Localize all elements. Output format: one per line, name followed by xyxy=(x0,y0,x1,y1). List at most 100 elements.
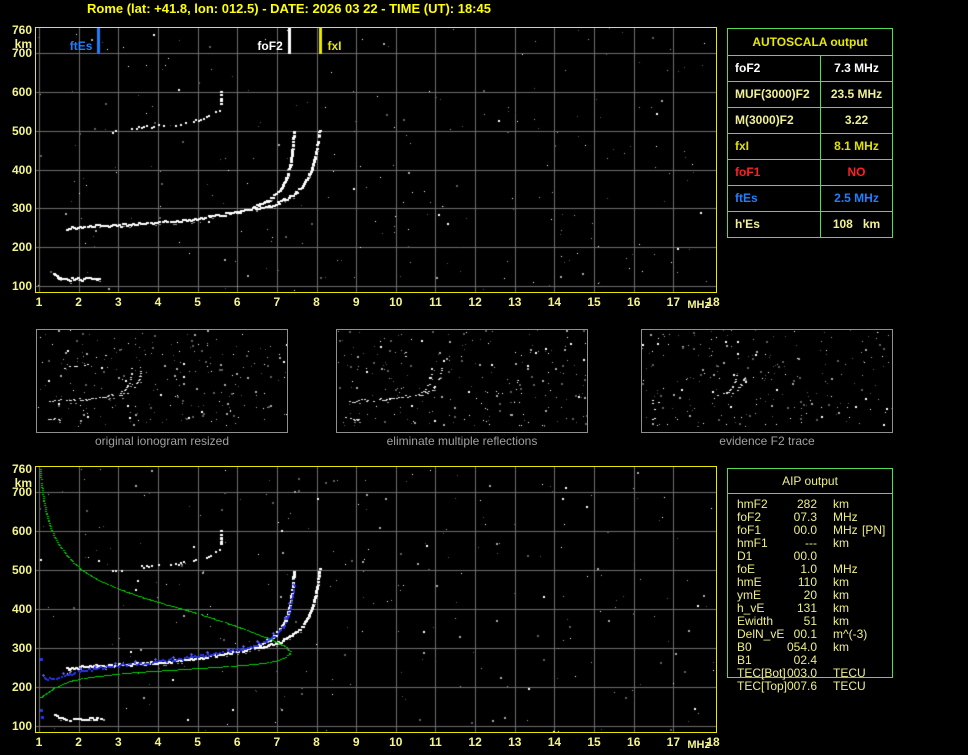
aip-table-header: AIP output xyxy=(782,474,838,488)
x-tick: 16 xyxy=(627,735,641,749)
fxi-marker-label: fxI xyxy=(327,39,342,53)
x-tick: 16 xyxy=(627,295,641,309)
row-value: 8.1 MHz xyxy=(834,139,879,153)
x-tick: 12 xyxy=(468,295,482,309)
row-label: foF1 xyxy=(728,160,821,185)
x-axis-unit: MHz xyxy=(687,299,710,311)
autoscala-row-ftes: ftEs 2.5 MHz xyxy=(728,186,892,212)
x-tick: 2 xyxy=(75,735,82,749)
aip-table: AIP output hmF2 282 km foF2 07.3 MHz foF1 00.0 M… xyxy=(727,462,897,702)
x-tick: 12 xyxy=(468,735,482,749)
x-tick: 9 xyxy=(352,735,360,749)
page-title: Rome (lat: +41.8, lon: 012.5) - DATE: 20… xyxy=(87,1,491,16)
panel-f2-evidence-canvas xyxy=(642,330,892,427)
y-tick: 100 xyxy=(11,279,32,293)
x-tick: 11 xyxy=(429,295,442,309)
y-tick: 300 xyxy=(11,201,32,216)
x-tick: 15 xyxy=(587,295,601,309)
y-tick: 100 xyxy=(11,719,32,733)
y-tick: 500 xyxy=(11,563,32,578)
row-value: 108 km xyxy=(832,217,881,231)
autoscala-app: Rome (lat: +41.8, lon: 012.5) - DATE: 20… xyxy=(0,0,968,755)
x-tick: 13 xyxy=(508,295,522,309)
row-label: fxI xyxy=(728,134,821,159)
ftes-marker-label: ftEs xyxy=(69,39,93,53)
row-value: 7.3 MHz xyxy=(834,61,879,75)
y-tick: 400 xyxy=(11,162,32,177)
x-tick: 6 xyxy=(233,295,241,309)
x-tick: 10 xyxy=(389,735,403,749)
x-tick: 14 xyxy=(547,735,562,749)
row-value: NO xyxy=(847,165,866,179)
x-tick: 1 xyxy=(35,295,43,309)
x-tick: 3 xyxy=(114,735,122,749)
y-tick: 760 xyxy=(11,23,32,37)
y-tick: 500 xyxy=(11,123,32,138)
autoscala-row-fxi: fxI 8.1 MHz xyxy=(728,134,892,160)
x-tick: 4 xyxy=(154,295,162,309)
x-tick: 11 xyxy=(429,735,442,749)
y-tick: 200 xyxy=(11,240,32,255)
row-label: foF2 xyxy=(728,56,821,81)
row-label: MUF(3000)F2 xyxy=(728,82,821,107)
panel-no-multiples xyxy=(336,329,588,433)
autoscala-row-muf-3000-f2: MUF(3000)F2 23.5 MHz xyxy=(728,82,892,108)
x-tick: 1 xyxy=(35,735,43,749)
top-ionogram-plot xyxy=(35,27,717,293)
panel-original-canvas xyxy=(37,330,287,427)
autoscala-table-header: AUTOSCALA output xyxy=(728,29,892,56)
row-value: 2.5 MHz xyxy=(834,191,879,205)
x-tick: 9 xyxy=(352,295,360,309)
x-tick: 6 xyxy=(233,735,241,749)
row-unit: TECU xyxy=(833,679,866,693)
top-ionogram-canvas xyxy=(36,28,716,292)
row-value: 007.6 xyxy=(786,679,817,693)
x-tick: 15 xyxy=(587,735,601,749)
x-tick: 2 xyxy=(75,295,82,309)
aip-row-tec-top-: TEC[Top] 007.6 TECU xyxy=(727,680,897,693)
x-tick: 7 xyxy=(273,295,281,309)
x-tick: 17 xyxy=(666,295,681,309)
row-extra: [PN] xyxy=(862,523,886,537)
bottom-ionogram-canvas xyxy=(36,467,716,732)
x-tick: 5 xyxy=(194,295,201,309)
autoscala-row-h-es: h'Es 108 km xyxy=(728,212,892,237)
panel-f2-evidence xyxy=(641,329,893,433)
y-tick: 400 xyxy=(11,602,32,617)
x-tick: 13 xyxy=(508,735,522,749)
x-tick: 3 xyxy=(114,295,122,309)
y-axis-unit: km xyxy=(14,37,32,51)
aip-header-divider xyxy=(727,493,893,494)
panel-caption-f2trace: evidence F2 trace xyxy=(719,434,815,448)
row-label: M(3000)F2 xyxy=(728,108,821,133)
x-tick: 7 xyxy=(273,735,281,749)
y-tick: 200 xyxy=(11,680,32,695)
autoscala-row-fof1: foF1 NO xyxy=(728,160,892,186)
x-tick: 4 xyxy=(154,735,162,749)
panel-caption-original: original ionogram resized xyxy=(94,434,230,448)
y-tick: 300 xyxy=(11,641,32,656)
panel-no-multiples-canvas xyxy=(337,330,587,427)
x-tick: 17 xyxy=(666,735,681,749)
y-tick: 600 xyxy=(11,524,32,539)
x-tick: 8 xyxy=(313,295,320,309)
y-axis-unit: km xyxy=(14,476,32,490)
x-tick: 14 xyxy=(547,295,562,309)
row-label: h'Es xyxy=(728,212,821,237)
y-tick: 600 xyxy=(11,85,32,100)
x-tick: 10 xyxy=(389,295,403,309)
row-unit: km xyxy=(833,640,849,654)
row-value: 23.5 MHz xyxy=(830,87,883,101)
panel-original-resized xyxy=(36,329,288,433)
row-unit: km xyxy=(833,536,849,550)
panel-caption-multiples: eliminate multiple reflections xyxy=(386,434,538,448)
x-axis-unit: MHz xyxy=(687,739,710,751)
x-tick: 5 xyxy=(194,735,201,749)
autoscala-table-body: foF2 7.3 MHz MUF(3000)F2 23.5 MHz M(3000)F2 3… xyxy=(728,56,892,237)
autoscala-table: AUTOSCALA output foF2 7.3 MHz MUF(3000)F2 2… xyxy=(727,28,893,238)
autoscala-row-fof2: foF2 7.3 MHz xyxy=(728,56,892,82)
autoscala-row-m-3000-f2: M(3000)F2 3.22 xyxy=(728,108,892,134)
bottom-ionogram-plot xyxy=(35,466,717,733)
row-label: ftEs xyxy=(728,186,821,211)
row-value: 3.22 xyxy=(844,113,869,127)
